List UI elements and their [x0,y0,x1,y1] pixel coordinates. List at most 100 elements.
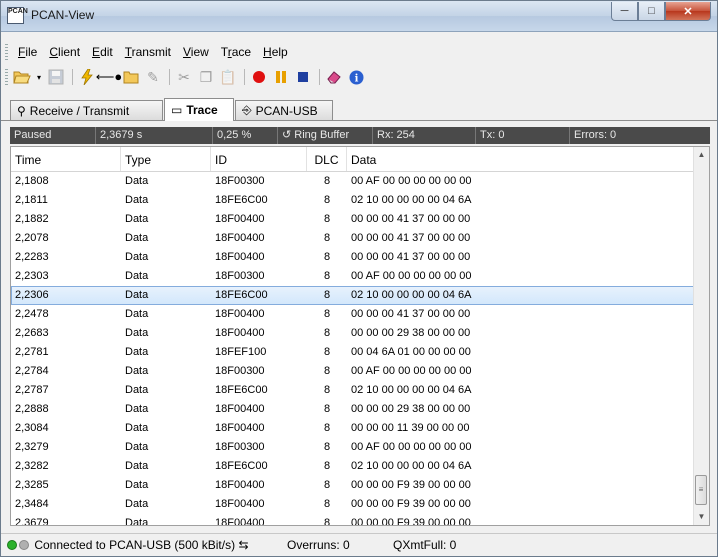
minimize-button[interactable]: ─ [611,2,638,21]
scroll-thumb[interactable]: ≡ [695,475,707,505]
menu-trace[interactable]: Trace [215,45,257,59]
column-header-dlc[interactable]: DLC [307,147,347,171]
open-button[interactable] [12,67,32,87]
cell-dlc: 8 [323,327,331,339]
tab-pcan-usb[interactable]: ⎆ PCAN-USB [235,100,333,120]
copy-button[interactable]: ❐ [196,67,216,87]
cell-time: 2,1882 [15,213,49,225]
scroll-up-icon: ▲ [697,150,706,159]
table-row[interactable]: 2,3282 Data 18FE6C00 8 02 10 00 00 00 00 04 … [11,457,695,476]
cell-time: 2,3679 [15,517,49,526]
tab-label: Trace [186,103,218,117]
disconnect-button[interactable]: ⟵● [96,67,123,87]
table-row[interactable]: 2,2781 Data 18FEF100 8 00 04 6A 01 00 00 00 … [11,343,695,362]
title-bar[interactable]: PCAN PCAN-View ─ □ ✕ [1,1,717,32]
cell-data: 02 10 00 00 00 00 04 6A [351,194,472,206]
save-button[interactable] [46,67,66,87]
cell-dlc: 8 [323,308,331,320]
trace-folder-button[interactable] [121,67,141,87]
table-row[interactable]: 2,2303 Data 18F00300 8 00 AF 00 00 00 00 00 … [11,267,695,286]
menu-client[interactable]: Client [43,45,86,59]
table-row[interactable]: 2,2306 Data 18FE6C00 8 02 10 00 00 00 00 04 … [11,286,695,305]
scroll-down-button[interactable]: ▼ [694,509,709,525]
cell-dlc: 8 [323,289,331,301]
plug-arrow-icon: ⟵● [95,69,123,84]
table-row[interactable]: 2,3285 Data 18F00400 8 00 00 00 F9 39 00 00 … [11,476,695,495]
trace-status-bar: Paused 2,3679 s 0,25 % ↺ Ring Buffer Rx:… [10,127,710,144]
menu-help[interactable]: Help [257,45,294,59]
toolbar-separator [169,69,170,85]
menu-view[interactable]: View [177,45,215,59]
table-row[interactable]: 2,3484 Data 18F00400 8 00 00 00 F9 39 00 00 … [11,495,695,514]
pcan-app-icon[interactable]: PCAN [7,7,28,24]
table-row[interactable]: 2,1882 Data 18F00400 8 00 00 00 41 37 00 00 … [11,210,695,229]
table-row[interactable]: 2,3279 Data 18F00300 8 00 AF 00 00 00 00 00 … [11,438,695,457]
toolbar-grip[interactable] [5,69,8,85]
clear-button[interactable] [324,67,344,87]
minimize-icon: ─ [620,5,629,17]
overruns-status: Overruns: 0 [287,538,350,552]
cell-id: 18FE6C00 [215,384,268,396]
info-button[interactable]: i [346,67,366,87]
record-icon [253,71,265,83]
tab-receive-transmit[interactable]: ⚲ Receive / Transmit [10,100,163,120]
table-body: 2,1808 Data 18F00300 8 00 AF 00 00 00 00 00 … [11,172,695,526]
eraser-icon [327,71,341,84]
menu-transmit[interactable]: Transmit [119,45,177,59]
cell-data: 00 00 00 41 37 00 00 00 [351,232,471,244]
paste-icon: 📋 [219,68,237,85]
open-dropdown-button[interactable]: ▾ [34,67,44,87]
cell-data: 00 00 00 41 37 00 00 00 [351,308,471,320]
column-header-time[interactable]: Time [11,147,121,171]
scroll-up-button[interactable]: ▲ [694,147,709,163]
menu-edit[interactable]: Edit [86,45,119,59]
cell-time: 2,3282 [15,460,49,472]
cell-dlc: 8 [323,517,331,526]
cell-id: 18F00400 [215,403,265,415]
cell-id: 18F00400 [215,232,265,244]
lightning-icon [81,69,93,85]
table-row[interactable]: 2,1811 Data 18FE6C00 8 02 10 00 00 00 00 04 … [11,191,695,210]
trace-time: 2,3679 s [96,127,213,144]
column-header-id[interactable]: ID [211,147,307,171]
vertical-scrollbar[interactable]: ▲ ≡ ▼ [693,147,709,525]
cell-data: 00 04 6A 01 00 00 00 00 [351,346,471,358]
menu-grip[interactable] [5,44,8,60]
cell-time: 2,2303 [15,270,49,282]
cell-id: 18F00300 [215,441,265,453]
cell-data: 00 00 00 41 37 00 00 00 [351,213,471,225]
maximize-button[interactable]: □ [638,2,665,21]
table-row[interactable]: 2,2283 Data 18F00400 8 00 00 00 41 37 00 00 … [11,248,695,267]
table-row[interactable]: 2,2787 Data 18FE6C00 8 02 10 00 00 00 00 04 … [11,381,695,400]
column-header-data[interactable]: Data [347,147,695,171]
connect-button[interactable] [77,67,97,87]
table-row[interactable]: 2,3679 Data 18F00400 8 00 00 00 F9 39 00 00 … [11,514,695,526]
table-row[interactable]: 2,2784 Data 18F00300 8 00 AF 00 00 00 00 00 … [11,362,695,381]
paste-button[interactable]: 📋 [218,67,238,87]
trace-table: Time Type ID DLC Data 2,1808 Data 18F00300… [10,146,710,526]
table-row[interactable]: 2,3084 Data 18F00400 8 00 00 00 11 39 00 00 … [11,419,695,438]
stop-button[interactable] [293,67,313,87]
column-header-type[interactable]: Type [121,147,211,171]
table-row[interactable]: 2,2683 Data 18F00400 8 00 00 00 29 38 00 00 … [11,324,695,343]
scroll-down-icon: ▼ [697,512,706,521]
table-header: Time Type ID DLC Data [11,147,695,172]
close-button[interactable]: ✕ [665,2,711,21]
menu-file[interactable]: File [12,45,43,59]
table-row[interactable]: 2,2478 Data 18F00400 8 00 00 00 41 37 00 00 … [11,305,695,324]
table-row[interactable]: 2,2078 Data 18F00400 8 00 00 00 41 37 00 00 … [11,229,695,248]
table-row[interactable]: 2,1808 Data 18F00300 8 00 AF 00 00 00 00 00 … [11,172,695,191]
cell-type: Data [125,194,149,206]
cell-type: Data [125,441,149,453]
record-button[interactable] [249,67,269,87]
rx-count: Rx: 254 [373,127,476,144]
cell-id: 18FE6C00 [215,289,268,301]
cell-type: Data [125,308,149,320]
properties-button[interactable]: ✎ [143,67,163,87]
pause-button[interactable] [271,67,291,87]
cell-dlc: 8 [323,498,331,510]
cell-dlc: 8 [323,175,331,187]
tab-trace[interactable]: ▭ Trace [164,98,234,121]
cut-button[interactable]: ✂ [174,67,194,87]
table-row[interactable]: 2,2888 Data 18F00400 8 00 00 00 29 38 00 00 … [11,400,695,419]
